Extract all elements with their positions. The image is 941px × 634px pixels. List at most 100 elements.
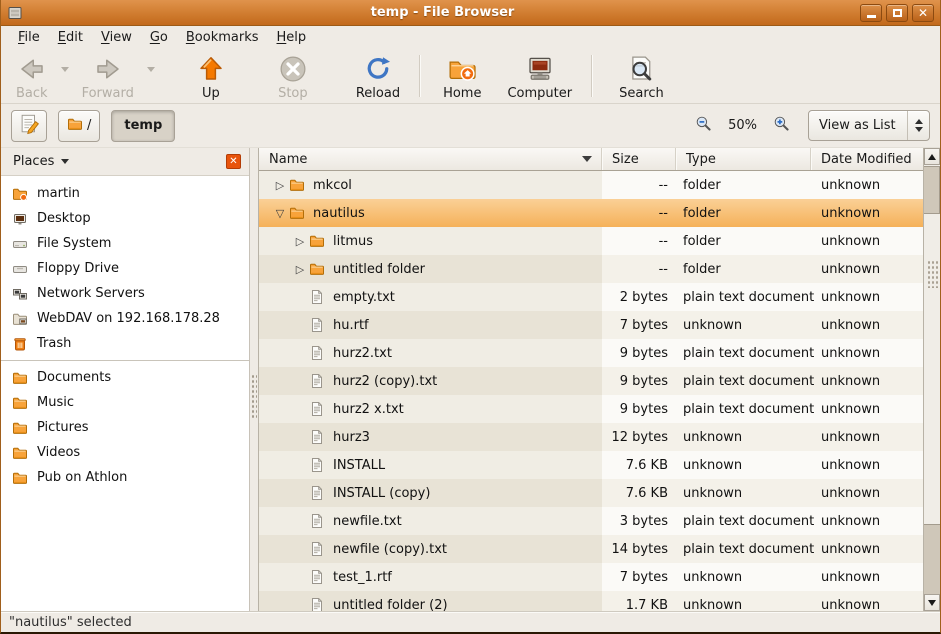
path-root-button[interactable]: / xyxy=(58,110,100,142)
toolbar-button-computer[interactable]: Computer xyxy=(498,52,581,103)
menu-item-edit[interactable]: Edit xyxy=(49,28,92,47)
file-row[interactable]: untitled folder (2)1.7 KBunknownunknown xyxy=(259,591,923,611)
text-file-icon xyxy=(309,429,325,445)
location-bar: / temp 50% View as List xyxy=(1,104,940,148)
sidebar-header[interactable]: Places ✕ xyxy=(1,148,249,176)
sidebar-item-trash[interactable]: Trash xyxy=(1,331,249,356)
toolbar-dropdown-caret-icon[interactable] xyxy=(57,52,73,86)
sidebar-item-pictures[interactable]: Pictures xyxy=(1,415,249,440)
sidebar-item-desktop[interactable]: Desktop xyxy=(1,206,249,231)
column-header-type[interactable]: Type xyxy=(676,148,811,170)
scrollbar-track-segment[interactable] xyxy=(924,524,940,594)
search-icon xyxy=(626,54,656,84)
folder-icon xyxy=(12,395,28,411)
file-type: unknown xyxy=(676,479,811,507)
zoom-out-button[interactable] xyxy=(695,115,712,136)
file-row[interactable]: test_1.rtf7 bytesunknownunknown xyxy=(259,563,923,591)
toolbar-button-up[interactable]: Up xyxy=(187,52,235,103)
toolbar-dropdown-caret-icon[interactable] xyxy=(143,52,159,86)
toolbar-button-search[interactable]: Search xyxy=(610,52,673,103)
file-size: -- xyxy=(602,255,676,283)
titlebar[interactable]: temp - File Browser ✕ xyxy=(1,0,940,26)
file-row[interactable]: INSTALL7.6 KBunknownunknown xyxy=(259,451,923,479)
sidebar-item-pub-on-athlon[interactable]: Pub on Athlon xyxy=(1,465,249,490)
expander-closed-icon[interactable]: ▷ xyxy=(291,235,309,248)
sidebar-item-documents[interactable]: Documents xyxy=(1,365,249,390)
file-modified: unknown xyxy=(811,423,923,451)
sidebar-item-music[interactable]: Music xyxy=(1,390,249,415)
file-row[interactable]: hu.rtf7 bytesunknownunknown xyxy=(259,311,923,339)
menu-item-view[interactable]: View xyxy=(92,28,141,47)
file-row[interactable]: newfile.txt3 bytesplain text documentunk… xyxy=(259,507,923,535)
file-size: 12 bytes xyxy=(602,423,676,451)
toolbar-button-reload[interactable]: Reload xyxy=(347,52,409,103)
file-modified: unknown xyxy=(811,339,923,367)
vertical-scrollbar[interactable] xyxy=(923,148,940,611)
file-row[interactable]: empty.txt2 bytesplain text documentunkno… xyxy=(259,283,923,311)
file-type: folder xyxy=(676,199,811,227)
sidebar-item-label: WebDAV on 192.168.178.28 xyxy=(37,311,220,326)
window-title: temp - File Browser xyxy=(25,5,860,20)
column-header-date-modified[interactable]: Date Modified xyxy=(811,148,923,170)
file-row[interactable]: INSTALL (copy)7.6 KBunknownunknown xyxy=(259,479,923,507)
view-mode-spinner[interactable] xyxy=(907,111,929,140)
file-row[interactable]: ▷untitled folder--folderunknown xyxy=(259,255,923,283)
file-type: folder xyxy=(676,227,811,255)
menu-item-help[interactable]: Help xyxy=(268,28,316,47)
toolbar-button-home[interactable]: Home xyxy=(434,52,490,103)
column-header-name[interactable]: Name xyxy=(259,148,602,170)
file-name: test_1.rtf xyxy=(333,570,392,585)
file-modified: unknown xyxy=(811,311,923,339)
menu-item-go[interactable]: Go xyxy=(141,28,177,47)
file-row[interactable]: ▽nautilus--folderunknown xyxy=(259,199,923,227)
view-mode-label: View as List xyxy=(809,118,907,133)
sidebar-item-webdav-on-192-168-178-28[interactable]: WebDAV on 192.168.178.28 xyxy=(1,306,249,331)
path-current-button[interactable]: temp xyxy=(111,110,175,142)
file-row[interactable]: ▷litmus--folderunknown xyxy=(259,227,923,255)
back-arrow-icon xyxy=(17,54,47,84)
menu-item-file[interactable]: File xyxy=(9,28,49,47)
scrollbar-thumb[interactable] xyxy=(924,166,940,214)
file-row[interactable]: hurz2 (copy).txt9 bytesplain text docume… xyxy=(259,367,923,395)
drive-icon xyxy=(12,236,28,252)
file-modified: unknown xyxy=(811,199,923,227)
file-row[interactable]: ▷mkcol--folderunknown xyxy=(259,171,923,199)
desktop-icon xyxy=(12,211,28,227)
file-type: plain text document xyxy=(676,535,811,563)
trash-icon xyxy=(12,336,28,352)
sidebar-item-label: martin xyxy=(37,186,80,201)
sidebar-item-martin[interactable]: martin xyxy=(1,181,249,206)
menu-item-bookmarks[interactable]: Bookmarks xyxy=(177,28,268,47)
maximize-button[interactable] xyxy=(886,4,908,22)
edit-location-button[interactable] xyxy=(11,110,47,142)
sidebar-item-network-servers[interactable]: Network Servers xyxy=(1,281,249,306)
file-row[interactable]: hurz312 bytesunknownunknown xyxy=(259,423,923,451)
minimize-button[interactable] xyxy=(860,4,882,22)
sidebar-item-file-system[interactable]: File System xyxy=(1,231,249,256)
scroll-up-button[interactable] xyxy=(924,148,940,165)
zoom-in-button[interactable] xyxy=(773,115,790,136)
column-header-size[interactable]: Size xyxy=(602,148,676,170)
scroll-down-button[interactable] xyxy=(924,594,940,611)
file-row[interactable]: newfile (copy).txt14 bytesplain text doc… xyxy=(259,535,923,563)
expander-closed-icon[interactable]: ▷ xyxy=(291,263,309,276)
file-size: -- xyxy=(602,227,676,255)
file-row[interactable]: hurz2.txt9 bytesplain text documentunkno… xyxy=(259,339,923,367)
sidebar-item-videos[interactable]: Videos xyxy=(1,440,249,465)
sidebar-close-button[interactable]: ✕ xyxy=(226,154,241,169)
text-file-icon xyxy=(309,373,325,389)
view-mode-selector[interactable]: View as List xyxy=(808,110,930,141)
sidebar-item-label: Documents xyxy=(37,370,111,385)
sidebar-item-floppy-drive[interactable]: Floppy Drive xyxy=(1,256,249,281)
edit-location-icon xyxy=(18,113,40,139)
file-rows: ▷mkcol--folderunknown▽nautilus--folderun… xyxy=(259,171,923,611)
file-row[interactable]: hurz2 x.txt9 bytesplain text documentunk… xyxy=(259,395,923,423)
file-name: INSTALL (copy) xyxy=(333,486,430,501)
pane-resize-handle[interactable] xyxy=(250,148,258,611)
file-size: 14 bytes xyxy=(602,535,676,563)
file-modified: unknown xyxy=(811,563,923,591)
close-button[interactable]: ✕ xyxy=(912,4,934,22)
expander-open-icon[interactable]: ▽ xyxy=(271,207,289,220)
toolbar-separator xyxy=(591,55,592,97)
expander-closed-icon[interactable]: ▷ xyxy=(271,179,289,192)
